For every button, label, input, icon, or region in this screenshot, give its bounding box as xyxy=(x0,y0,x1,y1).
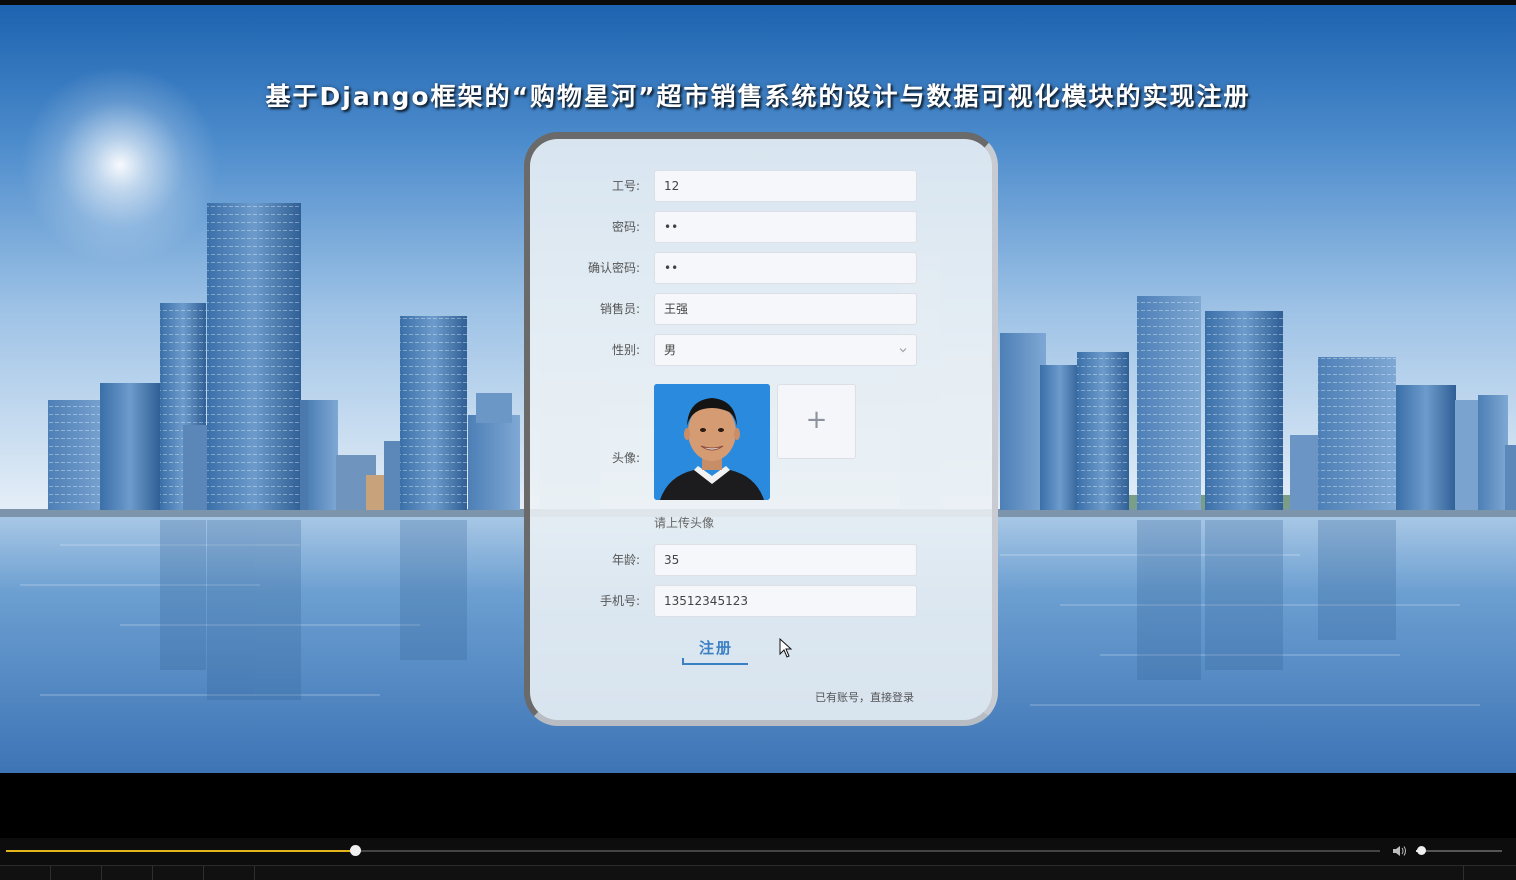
login-link[interactable]: 已有账号，直接登录 xyxy=(815,689,914,705)
salesperson-label: 销售员: xyxy=(599,302,640,316)
register-card: 工号: 12 密码: •• 确认密码: •• 销售员: 王强 性别: 男 头像: xyxy=(524,132,998,726)
gender-row: 性别: 男 xyxy=(530,334,1004,366)
employee-id-input[interactable]: 12 xyxy=(654,170,917,202)
bottom-bar-divider xyxy=(254,866,255,880)
avatar-label: 头像: xyxy=(611,451,640,465)
confirm-password-row: 确认密码: •• xyxy=(530,252,1004,284)
age-row: 年龄: 35 xyxy=(530,544,1004,576)
salesperson-input[interactable]: 王强 xyxy=(654,293,917,325)
salesperson-row: 销售员: 王强 xyxy=(530,293,1004,325)
progress-bar[interactable] xyxy=(6,845,1380,856)
chevron-down-icon xyxy=(898,335,908,365)
employee-id-row: 工号: 12 xyxy=(530,170,1004,202)
avatar-upload-hint: 请上传头像 xyxy=(654,516,715,530)
register-button-underline xyxy=(682,658,748,665)
gender-label: 性别: xyxy=(611,343,640,357)
video-player-controls xyxy=(0,838,1516,880)
gender-selected-value: 男 xyxy=(664,343,677,357)
avatar-upload-button[interactable]: + xyxy=(777,384,856,459)
progress-fill xyxy=(6,850,355,852)
avatar-image[interactable] xyxy=(654,384,770,500)
bottom-bar-divider xyxy=(203,866,204,880)
page: 基于Django框架的“购物星河”超市销售系统的设计与数据可视化模块的实现注册 … xyxy=(0,0,1516,880)
speaker-icon[interactable] xyxy=(1392,843,1408,857)
player-bottom-bar xyxy=(0,865,1516,880)
volume-slider[interactable] xyxy=(1416,846,1502,855)
volume-thumb[interactable] xyxy=(1417,846,1427,855)
age-input[interactable]: 35 xyxy=(654,544,917,576)
employee-id-label: 工号: xyxy=(611,179,640,193)
phone-label: 手机号: xyxy=(599,594,640,608)
password-row: 密码: •• xyxy=(530,211,1004,243)
confirm-password-label: 确认密码: xyxy=(587,261,640,275)
confirm-password-input[interactable]: •• xyxy=(654,252,917,284)
phone-row: 手机号: 13512345123 xyxy=(530,585,1004,617)
progress-thumb[interactable] xyxy=(349,845,361,856)
bottom-bar-divider xyxy=(1463,866,1464,880)
password-input[interactable]: •• xyxy=(654,211,917,243)
bottom-bar-divider xyxy=(152,866,153,880)
gender-select[interactable]: 男 xyxy=(654,334,917,366)
avatar-portrait-icon xyxy=(654,384,770,500)
page-title: 基于Django框架的“购物星河”超市销售系统的设计与数据可视化模块的实现注册 xyxy=(265,82,1251,111)
phone-input[interactable]: 13512345123 xyxy=(654,585,917,617)
password-label: 密码: xyxy=(611,220,640,234)
bottom-bar-divider xyxy=(50,866,51,880)
mouse-cursor-icon xyxy=(779,637,793,662)
bottom-bar-divider xyxy=(101,866,102,880)
age-label: 年龄: xyxy=(611,553,640,567)
plus-icon: + xyxy=(805,405,828,435)
